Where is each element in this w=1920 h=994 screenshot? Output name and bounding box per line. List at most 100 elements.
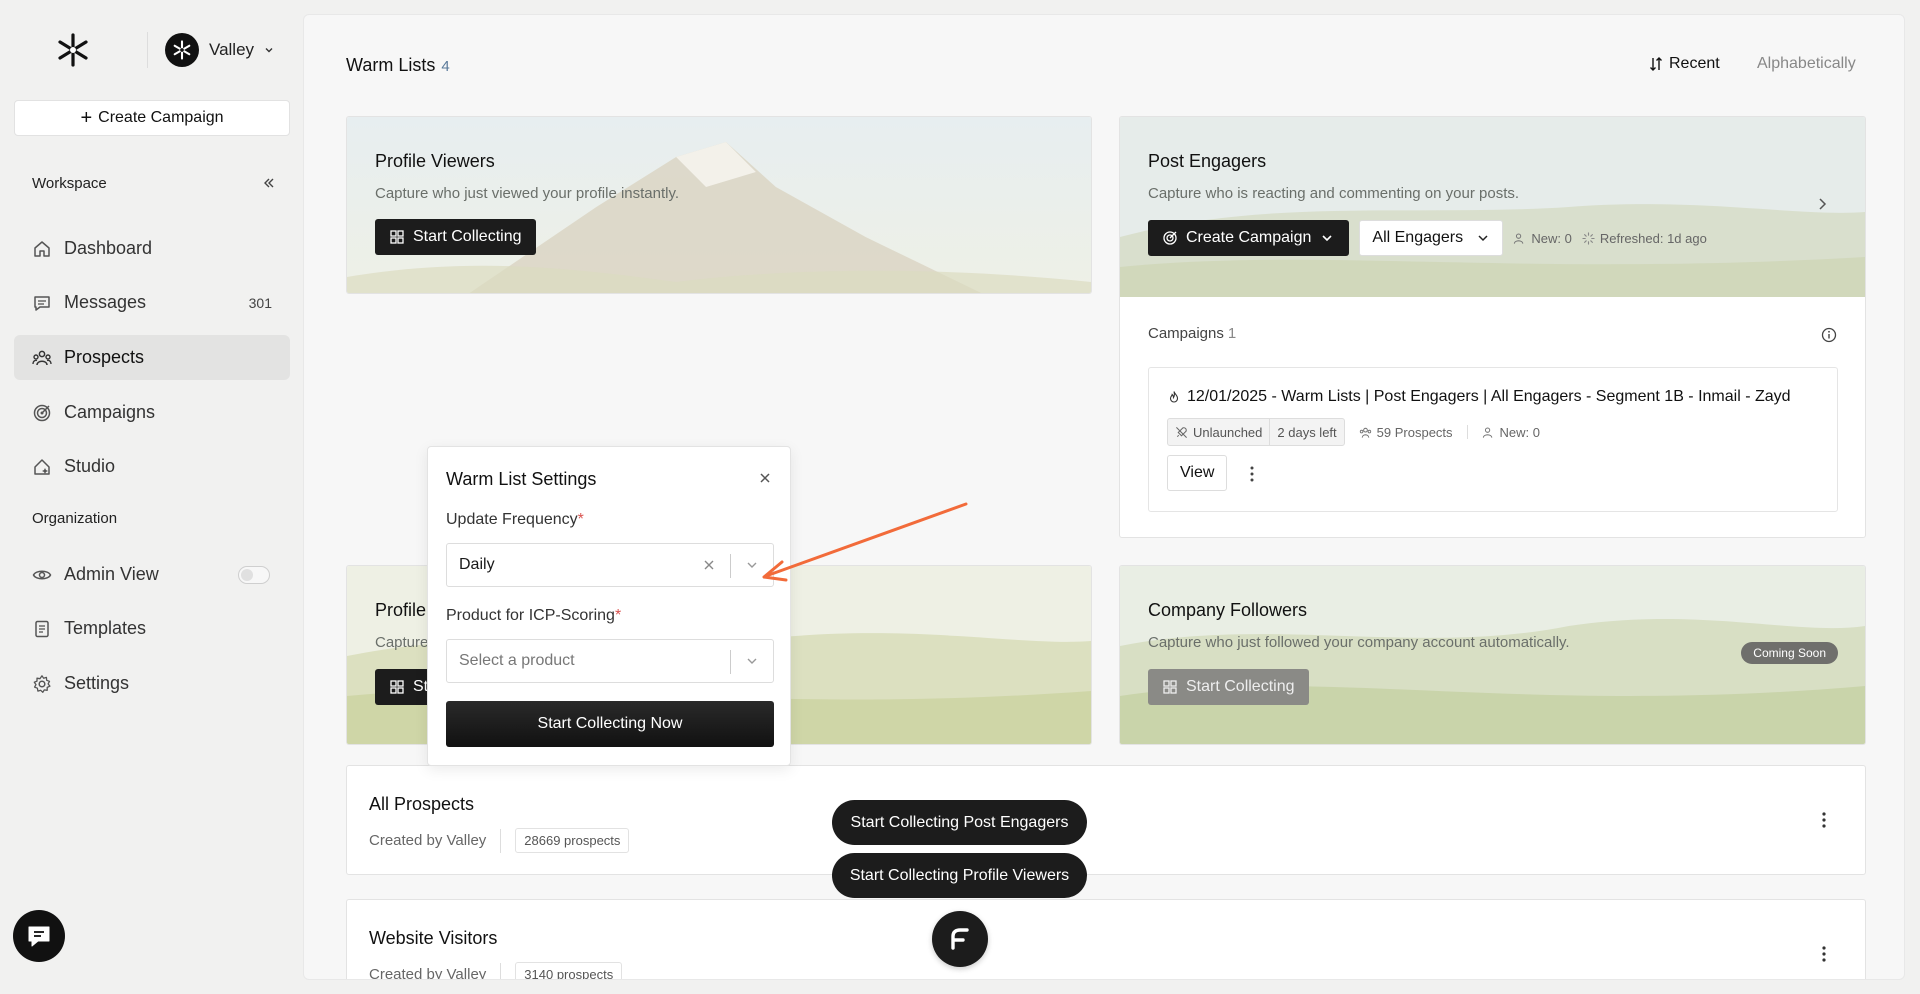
prospects-count-badge: 3140 prospects xyxy=(515,962,623,979)
home-icon xyxy=(34,240,50,257)
chat-icon xyxy=(28,926,50,947)
start-collecting-label: St xyxy=(413,678,429,695)
view-campaign-button[interactable]: View xyxy=(1167,455,1228,491)
message-icon xyxy=(34,295,50,311)
days-left-text: 2 days left xyxy=(1269,419,1343,445)
product-icp-label: Product for ICP-Scoring* xyxy=(446,607,621,625)
campaign-meta: Unlaunched 2 days left 59 Prospects New:… xyxy=(1167,418,1540,446)
more-options-icon[interactable] xyxy=(1821,944,1827,964)
campaign-item: 12/01/2025 - Warm Lists | Post Engagers … xyxy=(1148,367,1838,512)
sidebar-item-campaigns[interactable]: Campaigns xyxy=(14,390,290,435)
campaign-new-text: New: 0 xyxy=(1499,424,1540,440)
close-icon[interactable] xyxy=(758,471,772,485)
product-select[interactable]: Select a product xyxy=(446,639,774,683)
modal-title: Warm List Settings xyxy=(446,469,597,489)
sidebar-item-admin-view[interactable]: Admin View xyxy=(14,552,290,597)
list-item-website-visitors[interactable]: Website Visitors Created by Valley 3140 … xyxy=(346,899,1866,980)
sort-alphabetically-button[interactable]: Alphabetically xyxy=(1757,55,1856,73)
divider xyxy=(500,828,502,853)
refreshed-text: Refreshed: 1d ago xyxy=(1599,230,1707,246)
card-content: Company Followers Capture who just follo… xyxy=(1148,600,1570,705)
assistant-fab[interactable] xyxy=(932,911,988,967)
workspace-section-label: Workspace xyxy=(32,175,107,192)
valley-logo-icon[interactable] xyxy=(55,32,91,68)
prospects-meta: 59 Prospects xyxy=(1359,425,1453,440)
sidebar-item-studio[interactable]: Studio xyxy=(14,444,290,489)
post-engagers-card: Post Engagers Capture who is reacting an… xyxy=(1119,116,1866,538)
chevron-down-icon xyxy=(747,562,757,568)
campaigns-count: 1 xyxy=(1227,325,1237,342)
workspace-avatar xyxy=(165,33,199,67)
sidebar-item-dashboard[interactable]: Dashboard xyxy=(14,226,290,271)
engagers-filter-select[interactable]: All Engagers xyxy=(1359,220,1504,256)
prospects-count-text: 59 Prospects xyxy=(1376,424,1453,440)
engagers-filter-value: All Engagers xyxy=(1372,229,1464,246)
product-placeholder: Select a product xyxy=(459,652,575,669)
messages-count-badge: 301 xyxy=(248,294,272,311)
divider xyxy=(730,554,731,578)
start-collecting-profile-viewers-button[interactable]: Start Collecting Profile Viewers xyxy=(832,853,1087,898)
divider xyxy=(147,32,148,68)
update-frequency-label: Update Frequency* xyxy=(446,511,584,529)
more-options-icon[interactable] xyxy=(1249,464,1255,484)
workspace-name: Valley xyxy=(209,40,255,59)
chevron-right-icon[interactable] xyxy=(1815,197,1829,211)
chevron-down-icon xyxy=(265,48,273,53)
start-collecting-button[interactable]: Start Collecting xyxy=(375,219,536,255)
sidebar-item-prospects[interactable]: Prospects xyxy=(14,335,290,380)
campaigns-label: Campaigns xyxy=(1148,325,1224,342)
start-collecting-label: Start Collecting xyxy=(413,228,522,245)
info-icon[interactable] xyxy=(1821,327,1837,343)
rocket-off-icon xyxy=(1176,426,1187,438)
create-campaign-dropdown-button[interactable]: Create Campaign xyxy=(1148,220,1350,256)
card-title: Company Followers xyxy=(1148,600,1308,620)
sidebar-item-label: Admin View xyxy=(64,564,159,584)
card-hero: Company Followers Capture who just follo… xyxy=(1120,566,1865,744)
eye-icon xyxy=(32,570,52,579)
more-options-icon[interactable] xyxy=(1821,810,1827,830)
campaign-new-meta: New: 0 xyxy=(1482,425,1540,440)
user-icon xyxy=(1514,233,1524,244)
clear-icon[interactable] xyxy=(703,559,715,571)
collapse-sidebar-icon[interactable] xyxy=(262,176,276,190)
start-collecting-post-engagers-button[interactable]: Start Collecting Post Engagers xyxy=(832,800,1087,845)
create-campaign-label: Create Campaign xyxy=(98,109,224,126)
update-frequency-label-text: Update Frequency xyxy=(446,511,578,528)
card-title: Profile Viewers xyxy=(375,151,495,171)
organization-section-label: Organization xyxy=(32,510,118,527)
target-icon xyxy=(1163,231,1177,245)
campaign-title[interactable]: 12/01/2025 - Warm Lists | Post Engagers … xyxy=(1167,388,1791,406)
support-chat-button[interactable] xyxy=(13,910,65,962)
create-campaign-button[interactable]: + Create Campaign xyxy=(14,100,290,136)
sidebar-item-messages[interactable]: Messages 301 xyxy=(14,280,290,325)
start-collecting-button-disabled: Start Collecting xyxy=(1148,669,1309,705)
new-count-meta: New: 0 xyxy=(1513,230,1572,246)
sidebar-item-templates[interactable]: Templates xyxy=(14,606,290,651)
campaign-title-text: 12/01/2025 - Warm Lists | Post Engagers … xyxy=(1187,388,1791,405)
sidebar-item-label: Studio xyxy=(64,456,116,476)
card-hero: Profile Viewers Capture who just viewed … xyxy=(347,117,1091,293)
update-frequency-value: Daily xyxy=(459,556,495,573)
list-item-all-prospects[interactable]: All Prospects Created by Valley 28669 pr… xyxy=(346,765,1866,875)
grid-icon xyxy=(390,680,404,694)
flame-icon xyxy=(1169,391,1179,403)
required-mark: * xyxy=(577,511,584,528)
created-by-text: Created by Valley xyxy=(369,966,487,980)
update-frequency-select[interactable]: Daily xyxy=(446,543,774,587)
warm-lists-count: 4 xyxy=(441,58,450,75)
chevron-down-icon xyxy=(1478,235,1488,242)
start-collecting-now-button[interactable]: Start Collecting Now xyxy=(446,701,774,747)
new-count-text: New: 0 xyxy=(1531,230,1572,246)
sidebar-item-settings[interactable]: Settings xyxy=(14,661,290,706)
sidebar-item-label: Prospects xyxy=(64,347,145,367)
grid-icon xyxy=(390,230,404,244)
document-icon xyxy=(35,620,49,637)
sort-recent-button[interactable]: Recent xyxy=(1649,55,1720,73)
app-logo-icon xyxy=(951,928,969,950)
list-subtitle: Created by Valley 28669 prospects xyxy=(369,828,630,853)
workspace-switcher[interactable]: Valley xyxy=(165,32,274,68)
card-content: Post Engagers Capture who is reacting an… xyxy=(1148,151,1707,256)
admin-view-toggle[interactable] xyxy=(238,565,270,584)
sidebar-item-label: Templates xyxy=(64,618,147,638)
annotation-arrow xyxy=(762,502,968,582)
